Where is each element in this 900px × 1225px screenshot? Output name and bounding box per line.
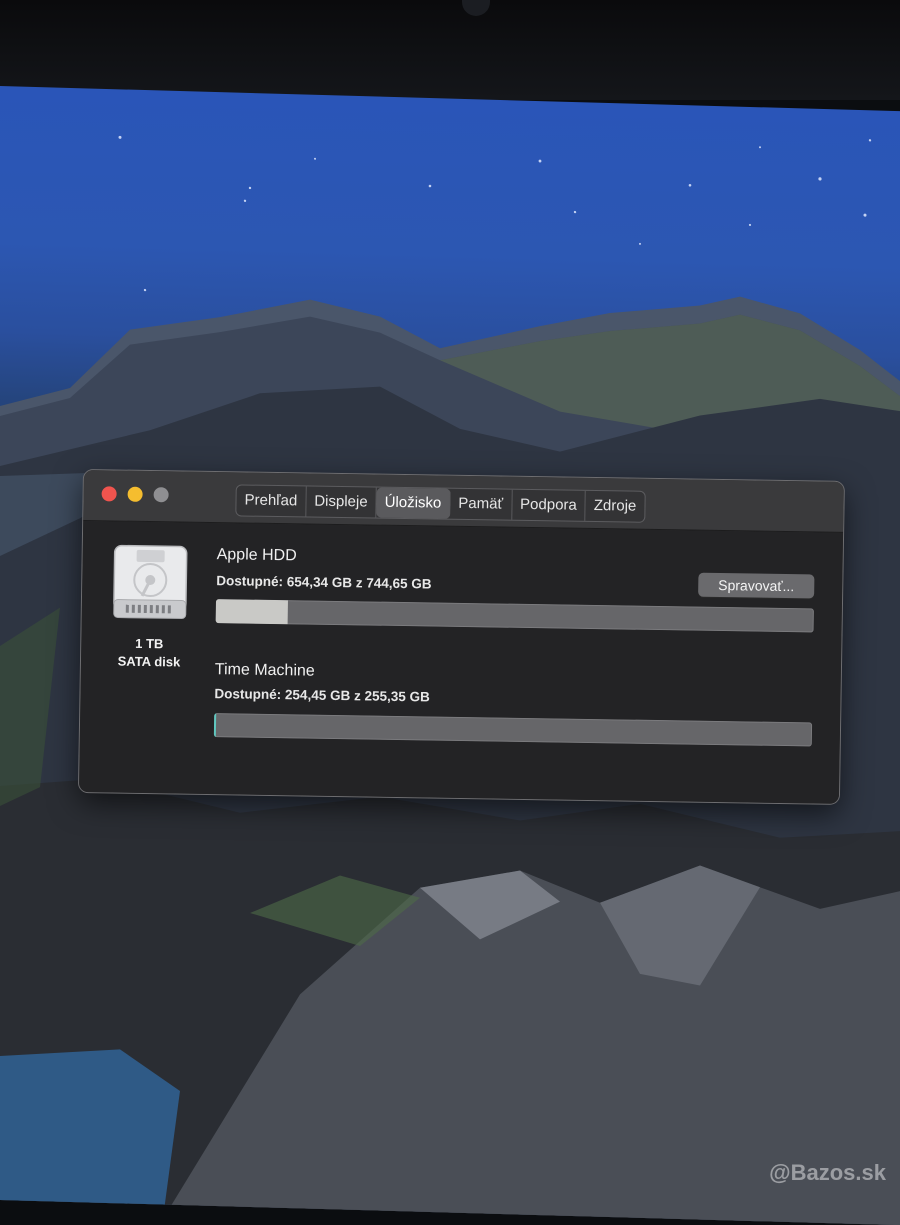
tab-displays[interactable]: Displeje: [306, 486, 377, 518]
storage-usage-fill: [213, 713, 217, 738]
about-this-mac-window[interactable]: Prehľad Displeje Úložisko Pamäť Podpora …: [78, 470, 844, 804]
minimize-window-button[interactable]: [127, 486, 143, 502]
camera-notch: [462, 0, 490, 16]
watermark-text: @Bazos.sk: [769, 1160, 886, 1185]
zoom-window-button[interactable]: [153, 487, 169, 503]
volume-available: Dostupné: 654,34 GB z 744,65 GB: [216, 573, 432, 592]
tab-resources[interactable]: Zdroje: [586, 491, 645, 522]
manage-button[interactable]: Spravovať...: [698, 572, 815, 599]
volume-name: Time Machine: [214, 661, 315, 680]
tab-overview[interactable]: Prehľad: [236, 485, 307, 517]
storage-usage-bar: [215, 599, 814, 633]
monitor-bezel: [0, 0, 900, 100]
disk-capacity: 1 TB: [135, 635, 164, 652]
tab-memory[interactable]: Pamäť: [450, 488, 513, 520]
disk-type: SATA disk: [117, 653, 181, 670]
tab-support[interactable]: Podpora: [511, 489, 587, 521]
volume-available: Dostupné: 254,45 GB z 255,35 GB: [214, 686, 430, 705]
hard-drive-icon: [113, 544, 188, 620]
tab-storage[interactable]: Úložisko: [376, 487, 451, 519]
close-window-button[interactable]: [101, 486, 117, 502]
storage-panel: 1 TB SATA disk Apple HDD Dostupné: 654,3…: [78, 520, 844, 804]
storage-usage-fill: [215, 599, 288, 625]
storage-usage-bar: [213, 713, 813, 747]
tab-bar: Prehľad Displeje Úložisko Pamäť Podpora …: [235, 484, 646, 523]
volume-name: Apple HDD: [216, 546, 297, 565]
